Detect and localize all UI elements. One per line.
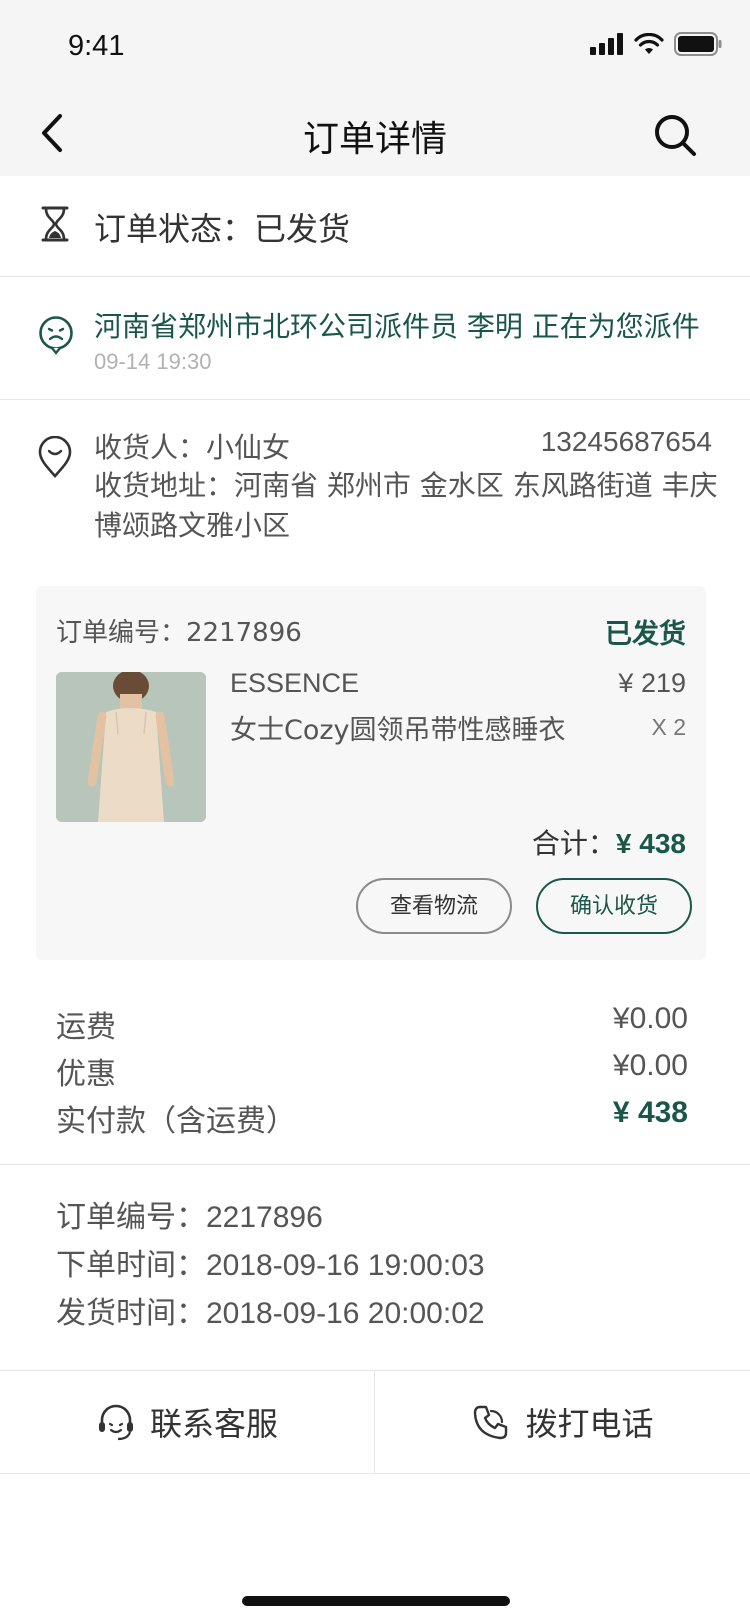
search-icon[interactable]: [652, 112, 698, 158]
courier-row[interactable]: 河南省郑州市北环公司派件员 李明 正在为您派件 09-14 19:30: [0, 277, 750, 399]
product-image: [56, 672, 206, 822]
discount-row: 优惠 ¥0.00: [56, 1049, 688, 1092]
contact-service-button[interactable]: 联系客服: [0, 1371, 375, 1473]
info-shipped-label: 发货时间：: [56, 1296, 206, 1331]
shipping-fee-row: 运费 ¥0.00: [56, 1002, 688, 1045]
product-name: 女士Cozy圆领吊带性感睡衣: [230, 715, 566, 746]
info-created-label: 下单时间：: [56, 1248, 206, 1283]
shipping-fee-label: 运费: [56, 1010, 116, 1045]
order-card: 订单编号：2217896 已发货 ESSENCE 女士Cozy圆领吊带性感睡衣 …: [36, 586, 706, 960]
page-title: 订单详情: [302, 119, 447, 160]
battery-icon: [674, 32, 722, 56]
phone-icon: [474, 1405, 508, 1440]
call-phone-label: 拨打电话: [525, 1405, 654, 1443]
discount-value: ¥0.00: [612, 1049, 688, 1082]
status-icons: [590, 32, 722, 56]
receiver-address: 收货地址：河南省 郑州市 金水区 东风路街道 丰庆博颂路文雅小区: [94, 469, 718, 542]
courier-face-icon: [39, 316, 73, 355]
call-phone-button[interactable]: 拨打电话: [375, 1371, 750, 1473]
card-status-badge: 已发货: [605, 619, 686, 650]
order-total: 合计：¥ 438: [532, 822, 686, 862]
info-created-value: 2018-09-16 19:00:03: [206, 1249, 485, 1282]
paid-amount-label: 实付款（含运费）: [56, 1104, 296, 1139]
hourglass-icon: [41, 206, 69, 242]
shipping-fee-value: ¥0.00: [612, 1002, 688, 1035]
home-indicator: [242, 1596, 510, 1606]
receiver-info: 收货人：小仙女 13245687654 收货地址：河南省 郑州市 金水区 东风路…: [0, 400, 750, 560]
product-brand: ESSENCE: [230, 668, 360, 698]
total-value: ¥ 438: [615, 828, 686, 859]
receiver-phone: 13245687654: [540, 426, 712, 457]
confirm-receipt-button[interactable]: 确认收货: [536, 878, 692, 934]
info-order-number-value: 2217896: [206, 1201, 323, 1234]
card-order-number: 订单编号：2217896: [56, 618, 302, 648]
info-shipped-time: 发货时间：2018-09-16 20:00:02: [56, 1288, 485, 1332]
order-status-value: 已发货: [254, 210, 351, 248]
view-logistics-button[interactable]: 查看物流: [356, 878, 512, 934]
info-created-time: 下单时间：2018-09-16 19:00:03: [56, 1240, 485, 1284]
bottom-actions: 联系客服 拨打电话: [0, 1370, 750, 1474]
courier-time: 09-14 19:30: [94, 349, 212, 374]
product-price: ¥ 219: [618, 668, 686, 698]
status-time: 9:41: [68, 30, 125, 62]
order-status-label: 订单状态：: [94, 210, 255, 248]
info-order-number: 订单编号：2217896: [56, 1192, 323, 1236]
wifi-icon: [634, 33, 664, 54]
paid-amount-row: 实付款（含运费） ¥ 438: [56, 1096, 688, 1139]
receiver-name: 收货人：小仙女: [94, 431, 291, 464]
divider: [0, 1164, 750, 1165]
info-shipped-value: 2018-09-16 20:00:02: [206, 1297, 485, 1330]
headset-icon: [98, 1404, 133, 1441]
order-status-row: 订单状态：已发货: [0, 176, 750, 276]
info-order-number-label: 订单编号：: [56, 1200, 206, 1235]
contact-service-label: 联系客服: [149, 1405, 278, 1443]
product-thumbnail[interactable]: [56, 672, 206, 822]
signal-icon: [590, 33, 623, 55]
header: 9:41 订单详情: [0, 0, 750, 176]
courier-message: 河南省郑州市北环公司派件员 李明 正在为您派件: [94, 310, 700, 343]
product-quantity: X 2: [651, 714, 686, 740]
location-pin-icon: [38, 436, 72, 478]
order-detail-screen: 9:41 订单详情 订单状态：已发货 河南省郑州市北环公司派件员 李明 正在为您…: [0, 0, 750, 1624]
total-label: 合计：: [531, 827, 616, 860]
order-status-text: 订单状态：已发货: [94, 204, 350, 250]
paid-amount-value: ¥ 438: [612, 1096, 688, 1129]
discount-label: 优惠: [56, 1057, 116, 1092]
